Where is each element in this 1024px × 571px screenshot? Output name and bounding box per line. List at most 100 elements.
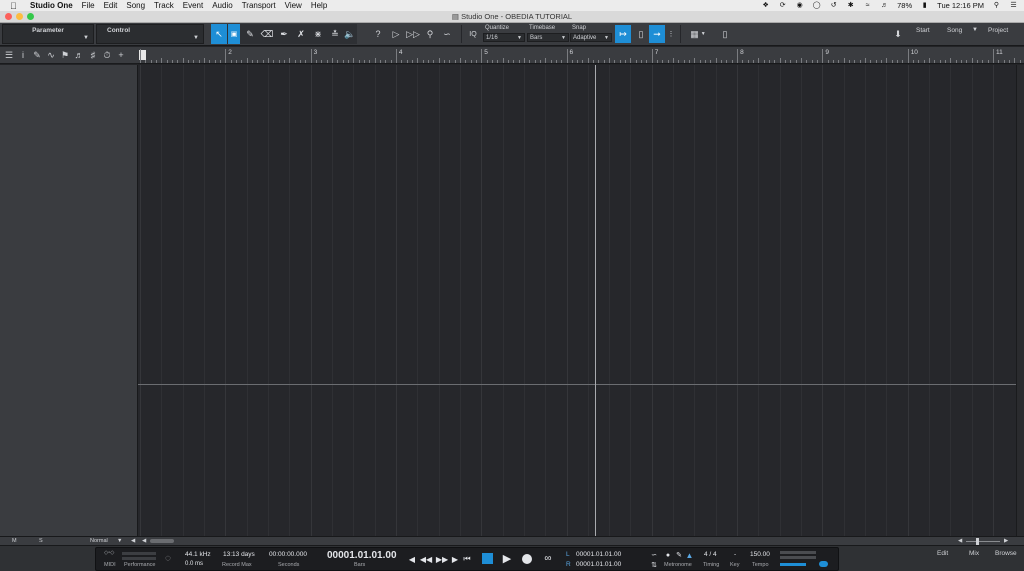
menu-view[interactable]: View <box>285 0 302 11</box>
horizontal-scrollbar-thumb[interactable] <box>150 539 174 543</box>
bluetooth-icon[interactable]: ✱ <box>846 2 855 10</box>
notification-center-icon[interactable]: ☰ <box>1009 2 1018 10</box>
loop-left-value[interactable]: 00001.01.01.00 <box>576 551 621 558</box>
info-icon[interactable]: i <box>17 49 29 61</box>
mute-button[interactable]: M <box>12 538 17 544</box>
follow-edit-button[interactable]: ▷▷ <box>405 25 421 43</box>
snap-to-grid-button[interactable]: ↦ <box>615 25 631 43</box>
stop-button[interactable] <box>482 553 493 564</box>
split-tool-button[interactable]: ⋇ <box>310 24 326 44</box>
metronome-dot-button[interactable]: ● <box>664 551 672 559</box>
time-machine-icon[interactable]: ↺ <box>829 2 838 10</box>
browse-view-button[interactable]: Browse <box>995 550 1017 557</box>
autoscroll-button[interactable]: ▷ <box>389 25 403 43</box>
forward-end-button[interactable]: ▶ <box>451 553 459 565</box>
zoom-out-icon[interactable]: ◀ <box>958 538 962 544</box>
grid-options-button[interactable]: ▦ ▼ <box>686 25 710 43</box>
wifi-icon[interactable]: ≈ <box>863 2 872 10</box>
chevron-down-icon[interactable]: ▼ <box>117 538 122 544</box>
marker-icon[interactable]: ⚑ <box>59 49 71 61</box>
previous-marker-button[interactable]: ⏮ <box>463 553 471 565</box>
arrow-tool-options-button[interactable]: ▣ <box>228 24 240 44</box>
return-to-zero-button[interactable]: ◀ <box>407 553 417 565</box>
control-selector[interactable]: Control ▼ <box>96 24 204 44</box>
menu-file[interactable]: File <box>82 0 95 11</box>
eraser-tool-button[interactable]: ⌫ <box>259 24 275 44</box>
rewind-button[interactable]: ◀◀ <box>420 553 432 565</box>
tempo-value[interactable]: 150.00 <box>750 551 770 558</box>
range-tool-button[interactable]: ✎ <box>242 24 258 44</box>
menu-transport[interactable]: Transport <box>242 0 276 11</box>
sync-icon[interactable]: ⟳ <box>778 2 787 10</box>
vertical-scrollbar[interactable] <box>1016 65 1024 536</box>
precount-button[interactable]: ∽ <box>649 551 659 559</box>
snap-events-button[interactable]: ▯ <box>634 25 648 43</box>
add-track-icon[interactable]: + <box>115 49 127 61</box>
scroll-left-icon[interactable]: ◀ <box>131 538 135 544</box>
dropbox-icon[interactable]: ❖ <box>761 2 770 10</box>
metronome-settings-button[interactable]: ✎ <box>675 551 683 559</box>
project-page-button[interactable]: Project <box>988 27 1008 34</box>
menu-edit[interactable]: Edit <box>104 0 118 11</box>
fast-forward-button[interactable]: ▶▶ <box>436 553 448 565</box>
apple-menu-icon[interactable]:  <box>10 1 24 11</box>
spotlight-icon[interactable]: ⚲ <box>992 2 1001 10</box>
time-signature-value[interactable]: 4 / 4 <box>704 551 717 558</box>
menu-audio[interactable]: Audio <box>212 0 232 11</box>
main-volume-slider[interactable] <box>780 563 806 566</box>
menu-track[interactable]: Track <box>154 0 174 11</box>
battery-percent[interactable]: 78% <box>897 1 912 10</box>
chord-track-icon[interactable]: ♬ <box>73 49 85 61</box>
mobile-button[interactable]: ▯ <box>718 25 732 43</box>
loop-button[interactable]: ∞ <box>539 552 557 565</box>
teamviewer-icon[interactable]: ◉ <box>795 2 804 10</box>
track-list-icon[interactable]: ☰ <box>3 49 15 61</box>
song-page-button[interactable]: Song <box>947 27 962 34</box>
performance-label[interactable]: Performance <box>124 562 156 568</box>
start-page-icon[interactable]: ⬇ <box>891 25 905 43</box>
timebase-value[interactable]: Bars ▼ <box>527 33 569 42</box>
snap-options-button[interactable]: ⋮ <box>666 25 676 43</box>
playhead-cursor[interactable] <box>595 65 596 536</box>
menu-song[interactable]: Song <box>126 0 145 11</box>
seconds-position-value[interactable]: 00:00:00.000 <box>269 551 307 558</box>
preroll-button[interactable]: ⇅ <box>649 561 659 569</box>
paint-tool-button[interactable]: ✒ <box>276 24 292 44</box>
help-button[interactable]: ? <box>371 25 385 43</box>
zoom-button[interactable]: ⚲ <box>423 25 437 43</box>
mute-tool-button[interactable]: ✗ <box>293 24 309 44</box>
app-menu[interactable]: Studio One <box>30 0 73 11</box>
listen-tool-button[interactable]: 🔈 <box>342 24 358 44</box>
play-button[interactable]: ▶ <box>501 552 513 565</box>
bars-position-value[interactable]: 00001.01.01.00 <box>327 550 397 561</box>
chevron-down-icon[interactable]: ▼ <box>972 27 978 33</box>
view-mode-select[interactable]: Normal <box>90 538 108 544</box>
menu-event[interactable]: Event <box>183 0 203 11</box>
scroll-left-icon[interactable]: ◀ <box>142 538 146 544</box>
start-page-button[interactable]: Start <box>916 27 930 34</box>
snap-value[interactable]: Adaptive ▼ <box>570 33 612 42</box>
user-icon[interactable]: ◯ <box>812 2 821 10</box>
arrow-tool-button[interactable]: ↖ <box>211 24 227 44</box>
zoom-slider-thumb[interactable] <box>976 538 979 545</box>
loop-right-value[interactable]: 00001.01.01.00 <box>576 561 621 568</box>
quantize-value[interactable]: 1/16 ▼ <box>483 33 525 42</box>
timeline-ruler[interactable]: 2 3 4 5 6 7 8 9 10 11 <box>138 47 1024 64</box>
mix-view-button[interactable]: Mix <box>969 550 979 557</box>
tools-icon[interactable]: ✎ <box>31 49 43 61</box>
arrangement-area[interactable] <box>138 65 1016 536</box>
arranger-icon[interactable]: ♯ <box>87 49 99 61</box>
menu-help[interactable]: Help <box>311 0 327 11</box>
bend-tool-button[interactable]: ≛ <box>327 24 343 44</box>
volume-icon[interactable]: ♬ <box>880 2 889 10</box>
automation-icon[interactable]: ∿ <box>45 49 57 61</box>
zoom-slider-track[interactable] <box>966 541 1000 542</box>
menubar-clock[interactable]: Tue 12:16 PM <box>937 1 984 10</box>
main-output-toggle[interactable] <box>819 561 828 567</box>
sync-status-icon[interactable]: ◌ <box>165 553 171 564</box>
zoom-in-icon[interactable]: ▶ <box>1004 538 1008 544</box>
solo-button[interactable]: S <box>39 538 43 544</box>
parameter-selector[interactable]: Parameter ▼ <box>2 24 94 44</box>
metronome-toggle-button[interactable]: ▲ <box>685 551 694 560</box>
groove-button[interactable]: ∽ <box>440 25 454 43</box>
